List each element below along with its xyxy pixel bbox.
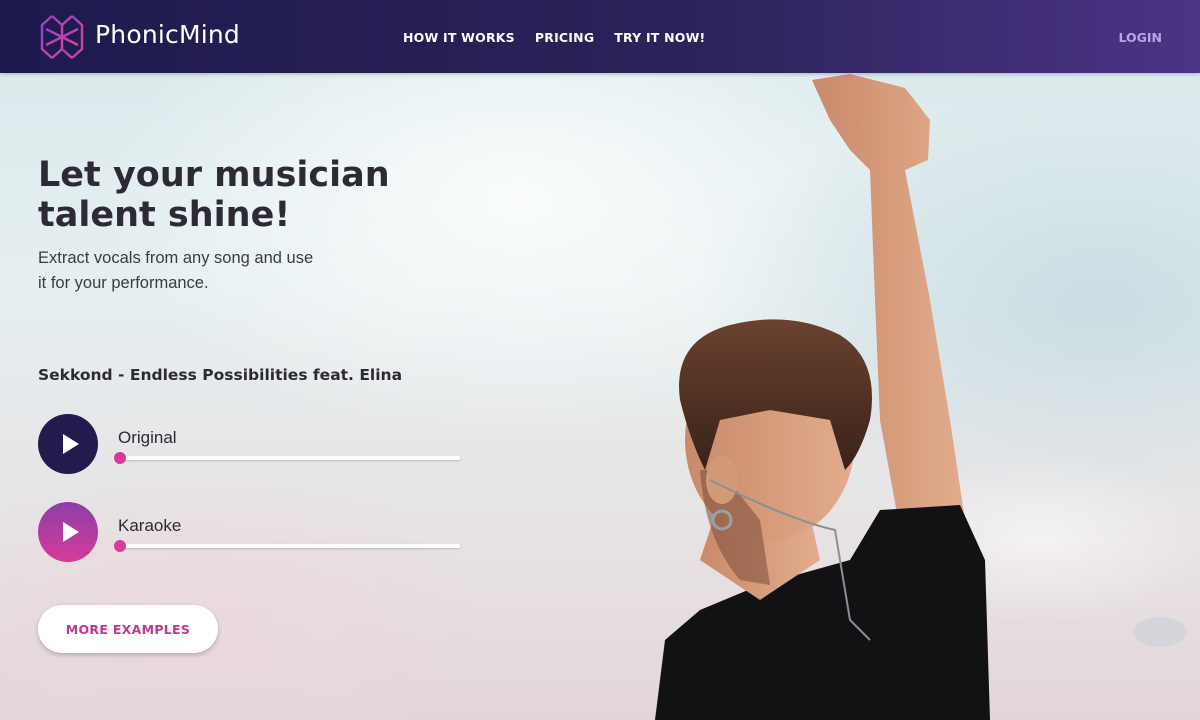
original-play-button[interactable] [38, 414, 98, 474]
hero-title-line-2: talent shine! [38, 195, 291, 235]
original-track-label: Original [118, 428, 177, 447]
karaoke-audio-player: Karaoke [38, 502, 468, 564]
play-icon [63, 522, 79, 542]
main-nav: HOW IT WORKS PRICING TRY IT NOW! [403, 30, 705, 45]
demo-song-title: Sekkond - Endless Possibilities feat. El… [38, 366, 403, 384]
karaoke-progress-track[interactable] [114, 540, 460, 552]
original-progress-track[interactable] [114, 452, 460, 464]
hero-subtitle-line-2: it for your performance. [38, 274, 209, 292]
phonicmind-logo-icon[interactable] [38, 13, 86, 61]
brand-name[interactable]: PhonicMind [95, 20, 240, 49]
hero-subtitle-line-1: Extract vocals from any song and use [38, 249, 314, 267]
original-progress-knob[interactable] [114, 452, 126, 464]
karaoke-play-button[interactable] [38, 502, 98, 562]
hero-title: Let your musician talent shine! [38, 155, 458, 235]
hero-subtitle: Extract vocals from any song and use it … [38, 246, 328, 296]
original-audio-player: Original [38, 414, 468, 476]
karaoke-progress-knob[interactable] [114, 540, 126, 552]
play-icon [63, 434, 79, 454]
nav-pricing-link[interactable]: PRICING [535, 30, 594, 45]
nav-how-it-works-link[interactable]: HOW IT WORKS [403, 30, 515, 45]
karaoke-track-label: Karaoke [118, 516, 182, 535]
more-examples-button[interactable]: MORE EXAMPLES [38, 605, 218, 653]
nav-try-it-now-link[interactable]: TRY IT NOW! [614, 30, 705, 45]
top-navbar: PhonicMind HOW IT WORKS PRICING TRY IT N… [0, 0, 1200, 73]
hero-title-line-1: Let your musician [38, 155, 390, 195]
login-link[interactable]: LOGIN [1118, 30, 1162, 45]
